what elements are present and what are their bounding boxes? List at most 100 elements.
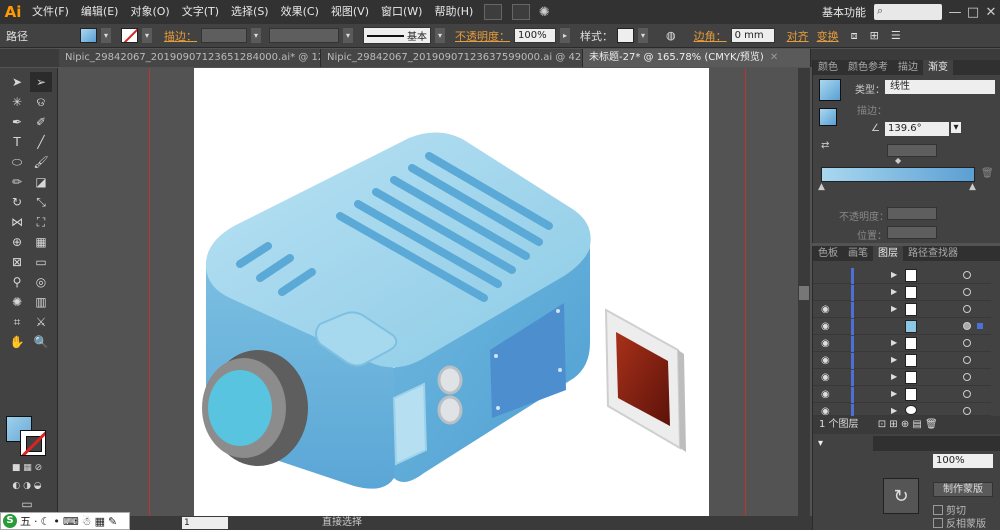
status-tool-label[interactable]: 直接选择: [322, 516, 362, 530]
transparency-opacity-field[interactable]: 100%: [933, 454, 993, 468]
ime-logo-icon[interactable]: S: [3, 514, 17, 528]
search-input[interactable]: ⌕: [874, 4, 942, 20]
gradient-slider[interactable]: [821, 167, 975, 182]
selection-tool-icon[interactable]: ➤: [6, 72, 28, 92]
menu-type[interactable]: 文字(T): [176, 0, 225, 24]
free-transform-tool-icon[interactable]: ⛶: [30, 212, 52, 232]
layer-row[interactable]: ◉ ▶: [813, 370, 991, 386]
tab-brushes[interactable]: 画笔: [843, 246, 873, 261]
stroke-weight-dropdown-icon[interactable]: ▾: [251, 28, 261, 43]
eye-icon[interactable]: ◉: [821, 389, 830, 400]
tab-layers[interactable]: 图层: [873, 246, 903, 261]
pathfinder-icon[interactable]: ⊞: [870, 29, 879, 42]
rotate-tool-icon[interactable]: ↻: [6, 192, 28, 212]
blend-tool-icon[interactable]: ◎: [30, 272, 52, 292]
layer-row[interactable]: ◉ ▶: [813, 336, 991, 352]
mask-thumbnail[interactable]: ↻: [883, 478, 919, 514]
menu-window[interactable]: 窗口(W): [375, 0, 428, 24]
mesh-tool-icon[interactable]: ⊠: [6, 252, 28, 272]
tab-document-1[interactable]: Nipic_29842067_20190907123651284000.ai* …: [59, 49, 321, 67]
tab-swatches[interactable]: 色板: [813, 246, 843, 261]
stop-location-field[interactable]: [887, 226, 937, 239]
pen-tool-icon[interactable]: ✒: [6, 112, 28, 132]
reverse-gradient-icon[interactable]: ⇄: [821, 140, 829, 151]
gradient-type-select[interactable]: 线性: [885, 80, 995, 94]
close-icon[interactable]: ✕: [770, 52, 778, 63]
delete-stop-icon[interactable]: 🗑: [981, 168, 994, 179]
layer-row[interactable]: ◉ ▶: [813, 353, 991, 369]
transform-link[interactable]: 变换: [817, 28, 839, 44]
minimize-icon[interactable]: —: [946, 5, 964, 20]
sync-icon[interactable]: ✺: [535, 5, 553, 20]
shape-builder-tool-icon[interactable]: ⊕: [6, 232, 28, 252]
close-icon[interactable]: ✕: [982, 5, 1000, 20]
fill-dropdown-icon[interactable]: ▾: [101, 28, 111, 43]
menu-edit[interactable]: 编辑(E): [75, 0, 125, 24]
screen-mode-icon[interactable]: ▭: [16, 494, 38, 514]
tab-pathfinder[interactable]: 路径查找器: [903, 246, 963, 261]
corner-label[interactable]: 边角：: [694, 28, 727, 44]
align-link[interactable]: 对齐: [787, 28, 809, 44]
tab-transparency[interactable]: ▾: [813, 436, 873, 451]
arrange-documents-icon[interactable]: [512, 4, 531, 20]
menu-object[interactable]: 对象(O): [124, 0, 175, 24]
projector-illustration[interactable]: [194, 68, 709, 516]
variable-width-field[interactable]: [269, 28, 339, 43]
graph-tool-icon[interactable]: ▥: [30, 292, 52, 312]
selection-indicator[interactable]: [977, 323, 983, 329]
target-icon[interactable]: [963, 271, 971, 279]
gradient-preview-swatch[interactable]: [819, 79, 841, 101]
menu-select[interactable]: 选择(S): [225, 0, 275, 24]
type-tool-icon[interactable]: T: [6, 132, 28, 152]
layer-row-selected[interactable]: ◉: [813, 319, 991, 335]
artboard[interactable]: [194, 68, 709, 516]
make-mask-button[interactable]: 制作蒙版: [933, 482, 993, 497]
tab-color-guide[interactable]: 颜色参考: [843, 60, 893, 75]
layer-row[interactable]: ▶: [813, 285, 991, 301]
workspace-switcher[interactable]: 基本功能: [822, 4, 866, 20]
draw-mode-icons[interactable]: ◐ ◑ ◒: [4, 476, 50, 496]
panel-menu-icon[interactable]: ☰: [891, 29, 901, 42]
color-mode-icons[interactable]: ■ ▦ ⊘: [4, 458, 50, 478]
slice-tool-icon[interactable]: ⚔: [30, 312, 52, 332]
ime-keyboard-icon[interactable]: ⌨: [63, 515, 79, 528]
ime-settings-icon[interactable]: ✎: [108, 515, 117, 528]
ellipse-tool-icon[interactable]: ⬭: [6, 152, 28, 172]
direct-selection-tool-icon[interactable]: ➢: [30, 72, 52, 92]
ime-punct-icon[interactable]: ·: [34, 515, 38, 528]
layer-row[interactable]: ◉ ▶: [813, 387, 991, 403]
symbol-sprayer-tool-icon[interactable]: ✺: [6, 292, 28, 312]
brush-style-dropdown-icon[interactable]: ▾: [435, 28, 445, 43]
maximize-icon[interactable]: □: [964, 5, 982, 20]
menu-view[interactable]: 视图(V): [325, 0, 375, 24]
graphic-style-swatch[interactable]: [617, 28, 634, 43]
page-field[interactable]: 1: [182, 517, 228, 529]
style-dropdown-icon[interactable]: ▾: [638, 28, 648, 43]
angle-field[interactable]: 139.6°: [885, 122, 949, 136]
vertical-scrollbar[interactable]: [798, 68, 810, 516]
stroke-label[interactable]: 描边：: [164, 28, 197, 44]
pencil-tool-icon[interactable]: ✏: [6, 172, 28, 192]
scroll-thumb[interactable]: [799, 286, 809, 300]
tab-document-2[interactable]: Nipic_29842067_20190907123637599000.ai @…: [321, 49, 583, 67]
brush-style-field[interactable]: 基本: [363, 27, 431, 44]
hand-tool-icon[interactable]: ✋: [6, 332, 28, 352]
stroke-swatch[interactable]: [121, 28, 138, 43]
ime-toolbar[interactable]: S 五 · ☾ • ⌨ ☃ ▦ ✎: [0, 512, 130, 530]
eye-icon[interactable]: ◉: [821, 321, 830, 332]
eye-icon[interactable]: ◉: [821, 304, 830, 315]
layer-row[interactable]: ▶: [813, 268, 991, 284]
tab-color[interactable]: 颜色: [813, 60, 843, 75]
gradient-fill-mini[interactable]: [819, 108, 837, 126]
width-tool-icon[interactable]: ⋈: [6, 212, 28, 232]
angle-dropdown-icon[interactable]: ▾: [951, 122, 961, 133]
curvature-tool-icon[interactable]: ✐: [30, 112, 52, 132]
opacity-field[interactable]: 100%: [514, 28, 556, 43]
ime-mode[interactable]: 五: [20, 513, 31, 529]
menu-file[interactable]: 文件(F): [26, 0, 75, 24]
eye-icon[interactable]: ◉: [821, 338, 830, 349]
color-stop-left[interactable]: ▲: [818, 182, 825, 192]
stroke-color-box[interactable]: [20, 430, 46, 456]
stop-opacity-field[interactable]: [887, 207, 937, 220]
gradient-tool-icon[interactable]: ▭: [30, 252, 52, 272]
